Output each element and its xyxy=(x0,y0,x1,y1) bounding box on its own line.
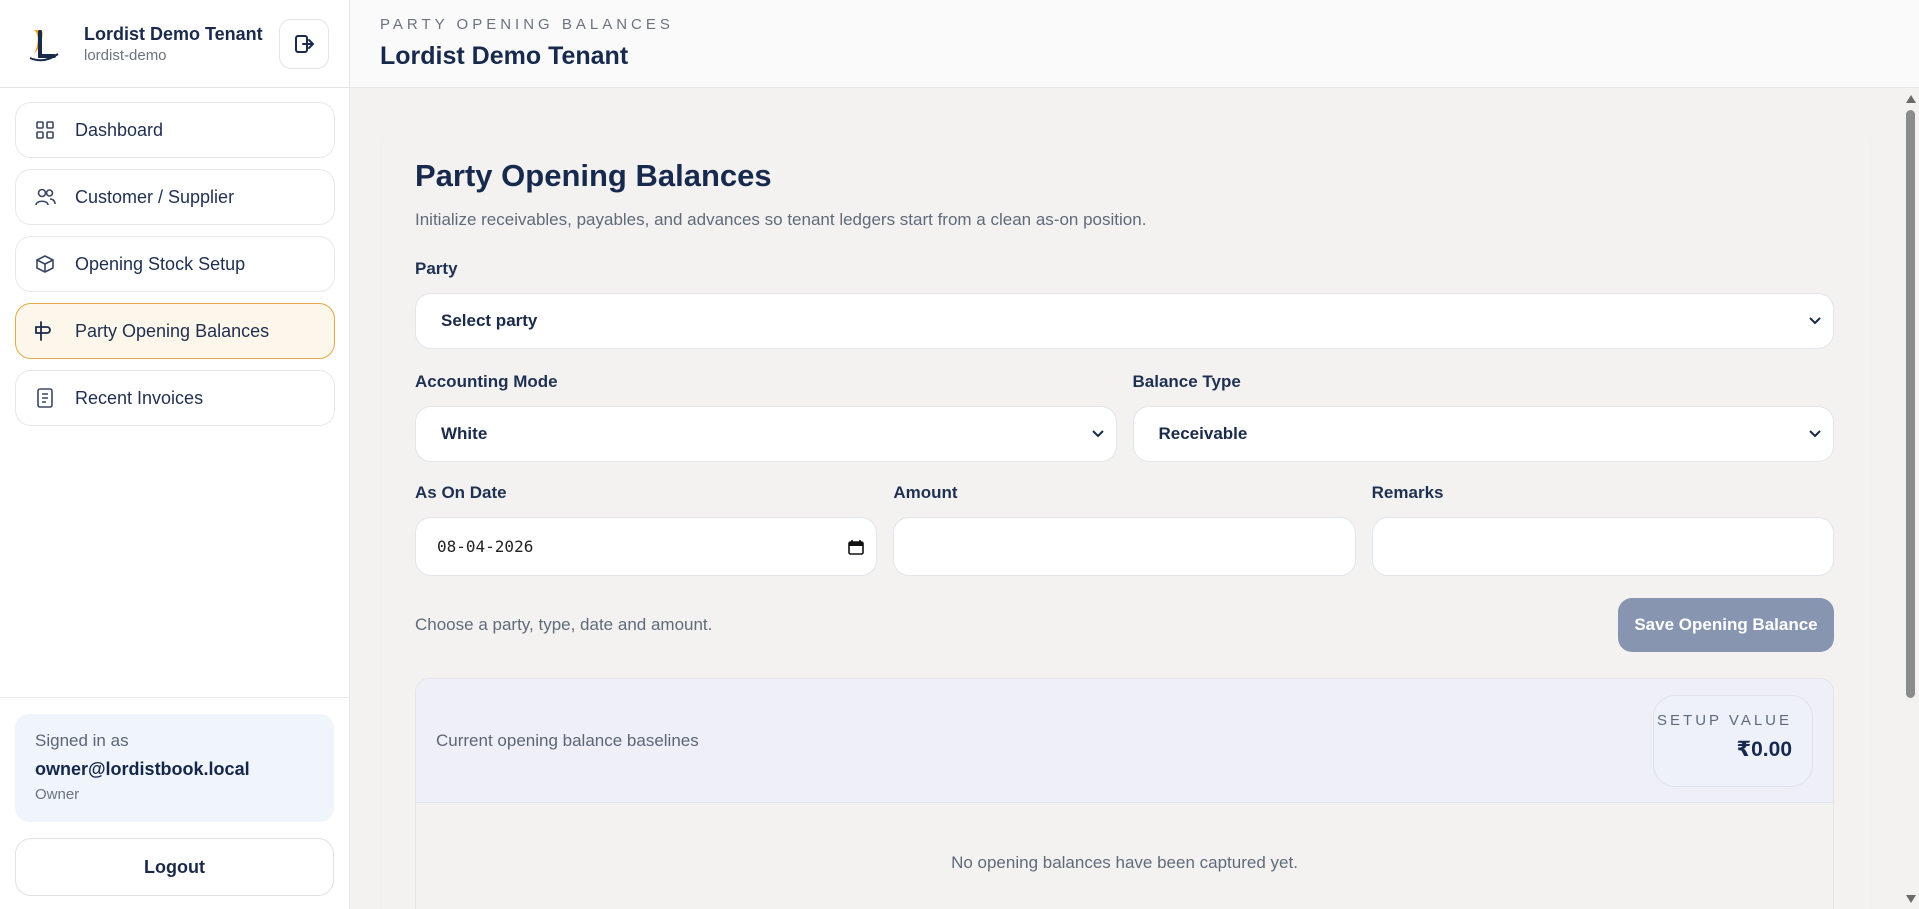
accounting-mode-label: Accounting Mode xyxy=(415,372,558,391)
balance-type-select[interactable]: Receivable xyxy=(1132,406,1834,462)
page-eyebrow: PARTY OPENING BALANCES xyxy=(380,16,674,33)
setup-value-amount: ₹0.00 xyxy=(1736,737,1792,761)
as-on-date-input[interactable]: 08-04-2026 xyxy=(415,517,878,576)
remarks-input[interactable] xyxy=(1371,517,1834,576)
sidebar-item-opening-stock[interactable]: Opening Stock Setup xyxy=(15,236,335,292)
tenant-name: Lordist Demo Tenant xyxy=(84,23,263,44)
chevron-down-icon xyxy=(1091,430,1104,438)
party-label: Party xyxy=(415,259,458,278)
switch-tenant-button[interactable] xyxy=(279,18,329,69)
sidebar-item-customer-supplier[interactable]: Customer / Supplier xyxy=(15,169,335,225)
sidebar-item-label: Opening Stock Setup xyxy=(75,253,246,274)
brand-logo xyxy=(22,22,66,66)
opening-balance-card: Party Opening Balances Initialize receiv… xyxy=(382,119,1870,909)
sidebar-item-label: Dashboard xyxy=(75,119,164,140)
user-role: Owner xyxy=(35,786,80,803)
sidebar: Lordist Demo Tenant lordist-demo Dashboa… xyxy=(0,0,350,909)
form-hint: Choose a party, type, date and amount. xyxy=(415,615,713,634)
calendar-icon[interactable] xyxy=(848,539,865,555)
signpost-icon xyxy=(33,319,57,343)
sidebar-item-dashboard[interactable]: Dashboard xyxy=(15,102,335,158)
accounting-mode-select[interactable]: White xyxy=(415,406,1117,462)
receipt-icon xyxy=(33,386,57,410)
baseline-panel: Current opening balance baselines SETUP … xyxy=(415,678,1834,909)
brand-header: Lordist Demo Tenant lordist-demo xyxy=(0,0,349,88)
box-icon xyxy=(33,252,57,276)
as-on-date-value: 08-04-2026 xyxy=(437,537,534,556)
baseline-empty-state: No opening balances have been captured y… xyxy=(416,803,1833,909)
form-subtitle: Initialize receivables, payables, and ad… xyxy=(415,210,1147,229)
setup-value-label: SETUP VALUE xyxy=(1657,711,1792,729)
form-title: Party Opening Balances xyxy=(415,158,772,193)
amount-label: Amount xyxy=(893,483,958,502)
setup-value-badge: SETUP VALUE ₹0.00 xyxy=(1653,694,1813,787)
chevron-down-icon xyxy=(1809,317,1821,325)
save-opening-balance-button[interactable]: Save Opening Balance xyxy=(1618,598,1834,652)
signed-in-card: Signed in as owner@lordistbook.local Own… xyxy=(15,714,334,822)
sidebar-item-recent-invoices[interactable]: Recent Invoices xyxy=(15,370,335,426)
as-on-date-label: As On Date xyxy=(415,483,507,502)
scrollbar-thumb[interactable] xyxy=(1906,110,1915,698)
party-select[interactable]: Select party xyxy=(415,293,1834,349)
balance-type-label: Balance Type xyxy=(1132,372,1241,391)
tenant-slug: lordist-demo xyxy=(84,46,167,64)
main-scrollbar[interactable] xyxy=(1902,88,1919,909)
remarks-label: Remarks xyxy=(1371,483,1444,502)
sidebar-divider xyxy=(0,697,349,698)
user-email: owner@lordistbook.local xyxy=(35,759,250,779)
baseline-title: Current opening balance baselines xyxy=(436,730,699,750)
chevron-down-icon xyxy=(1809,430,1821,438)
sidebar-item-party-opening-balances[interactable]: Party Opening Balances xyxy=(15,303,335,359)
grid-icon xyxy=(33,118,57,142)
logout-button[interactable]: Logout xyxy=(15,838,334,896)
sidebar-nav: Dashboard Customer / Supplier Opening St… xyxy=(0,88,349,426)
sidebar-item-label: Customer / Supplier xyxy=(75,186,235,207)
baseline-header: Current opening balance baselines SETUP … xyxy=(416,679,1833,803)
accounting-mode-value: White xyxy=(441,424,488,443)
sidebar-item-label: Recent Invoices xyxy=(75,387,204,408)
scroll-down-arrow-icon[interactable] xyxy=(1906,895,1916,903)
balance-type-value: Receivable xyxy=(1158,424,1248,443)
page-header: PARTY OPENING BALANCES Lordist Demo Tena… xyxy=(350,0,1919,88)
scroll-up-arrow-icon[interactable] xyxy=(1906,95,1916,103)
sidebar-item-label: Party Opening Balances xyxy=(75,320,270,341)
party-select-value: Select party xyxy=(441,311,538,330)
amount-input[interactable] xyxy=(893,517,1356,576)
users-icon xyxy=(33,185,57,209)
page-title: Lordist Demo Tenant xyxy=(380,42,629,70)
exit-icon xyxy=(295,34,315,53)
signed-in-label: Signed in as xyxy=(35,731,129,750)
